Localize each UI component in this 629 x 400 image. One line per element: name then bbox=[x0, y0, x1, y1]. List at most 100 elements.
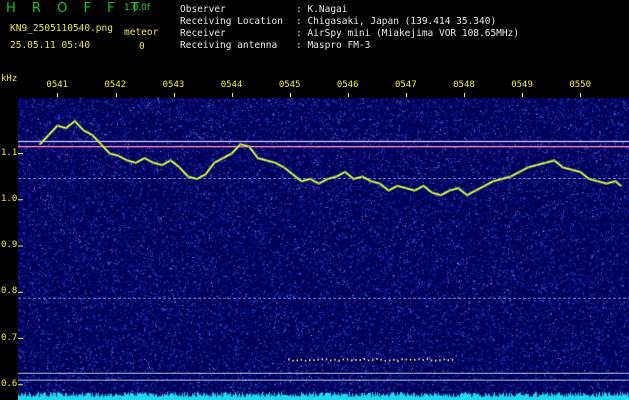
signal-speck bbox=[451, 358, 454, 361]
trace-point bbox=[387, 189, 390, 192]
signal-speck bbox=[426, 357, 429, 360]
signal-speck bbox=[388, 359, 391, 362]
trace-point bbox=[466, 194, 468, 197]
signal-speck bbox=[351, 359, 353, 362]
info-label-receiver: Receiver bbox=[180, 28, 226, 39]
app-version: 1.0.0f bbox=[124, 3, 151, 13]
y-tick-label: 0.9 bbox=[1, 240, 18, 250]
signal-speck bbox=[359, 359, 361, 362]
signal-speck bbox=[435, 359, 437, 362]
trace-point bbox=[588, 178, 590, 180]
trace-point bbox=[82, 129, 85, 132]
spectrogram-window: H R O F F T 1.0.0f KN9_2505110540.png 25… bbox=[0, 0, 629, 400]
trace-point bbox=[300, 180, 303, 183]
signal-speck bbox=[355, 358, 357, 361]
trace-point bbox=[169, 159, 172, 162]
trace-point bbox=[553, 159, 556, 162]
signal-speck bbox=[447, 359, 450, 362]
signal-speck bbox=[409, 358, 412, 361]
signal-speck bbox=[330, 359, 332, 362]
trace-point bbox=[344, 171, 346, 173]
signal-speck bbox=[304, 359, 307, 362]
trace-point bbox=[178, 166, 181, 169]
signal-speck bbox=[321, 358, 324, 361]
trace-point bbox=[544, 161, 547, 164]
signal-speck bbox=[443, 358, 445, 361]
signal-speck bbox=[397, 359, 399, 362]
y-tick-label: 1.0 bbox=[1, 193, 18, 204]
spectrogram-plot bbox=[18, 119, 629, 386]
trace-point bbox=[256, 157, 259, 160]
doppler-trace bbox=[39, 120, 622, 196]
signal-speck bbox=[393, 358, 395, 361]
trace-point bbox=[39, 143, 41, 146]
y-tick-label: 0.6 bbox=[1, 378, 18, 389]
trace-point bbox=[439, 194, 442, 197]
trace-point bbox=[47, 134, 50, 136]
info-value-antenna: : Maspro FM-3 bbox=[296, 40, 371, 51]
trace-point bbox=[230, 152, 233, 155]
info-label-antenna: Receiving antenna bbox=[180, 40, 278, 51]
trace-point bbox=[448, 189, 451, 192]
trace-point bbox=[73, 120, 76, 123]
trace-point bbox=[370, 180, 373, 183]
trace-point bbox=[335, 175, 338, 178]
trace-point bbox=[620, 184, 622, 187]
trace-point bbox=[65, 127, 68, 129]
trace-point bbox=[117, 154, 120, 157]
signal-speck bbox=[367, 359, 370, 362]
trace-point bbox=[195, 178, 198, 180]
trace-point bbox=[213, 161, 216, 164]
trace-point bbox=[161, 164, 163, 166]
signal-speck bbox=[363, 358, 366, 361]
meteor-count: 0 bbox=[139, 41, 145, 52]
trace-point bbox=[457, 187, 460, 190]
trace-point bbox=[518, 171, 521, 173]
trace-point bbox=[535, 164, 538, 166]
signal-speck bbox=[313, 359, 315, 362]
trace-point bbox=[413, 189, 416, 192]
signal-speck bbox=[439, 359, 441, 362]
signal-speck bbox=[422, 358, 424, 361]
trace-point bbox=[134, 161, 137, 164]
trace-point bbox=[579, 171, 582, 173]
trace-point bbox=[378, 182, 381, 185]
signal-speck bbox=[317, 358, 319, 361]
trace-point bbox=[483, 184, 486, 187]
trace-point bbox=[291, 173, 294, 176]
y-tick-label: 1.1 bbox=[1, 147, 18, 158]
trace-point bbox=[309, 178, 312, 180]
meteor-label: meteor bbox=[124, 27, 159, 38]
signal-speck bbox=[380, 358, 382, 361]
trace-point bbox=[562, 166, 564, 169]
signal-speck bbox=[288, 358, 290, 361]
trace-point bbox=[265, 159, 268, 162]
info-label-observer: Observer bbox=[180, 4, 226, 15]
info-value-observer: : K.Nagai bbox=[296, 4, 348, 15]
trace-point bbox=[143, 157, 146, 160]
trace-point bbox=[352, 178, 355, 180]
signal-speck bbox=[342, 358, 345, 361]
trace-point bbox=[396, 184, 399, 187]
trace-point bbox=[91, 134, 94, 136]
trace-point bbox=[492, 180, 495, 183]
trace-point bbox=[222, 157, 224, 160]
trace-point bbox=[605, 182, 608, 185]
y-tick-label: 0.7 bbox=[1, 332, 18, 343]
signal-speck bbox=[401, 358, 403, 361]
trace-point bbox=[204, 173, 207, 176]
trace-point bbox=[274, 161, 277, 164]
y-tick-label: 0.8 bbox=[1, 286, 18, 297]
trace-point bbox=[317, 182, 320, 185]
trace-point bbox=[239, 143, 242, 146]
signal-speck bbox=[309, 359, 311, 362]
trace-point bbox=[509, 175, 512, 178]
signal-speck bbox=[292, 359, 294, 362]
signal-speck bbox=[346, 358, 349, 361]
trace-point bbox=[283, 166, 285, 169]
info-value-location: : Chigasaki, Japan (139.414 35.340) bbox=[296, 16, 497, 27]
trace-point bbox=[152, 161, 155, 164]
trace-point bbox=[108, 152, 111, 155]
trace-point bbox=[431, 191, 434, 194]
trace-point bbox=[596, 180, 599, 183]
